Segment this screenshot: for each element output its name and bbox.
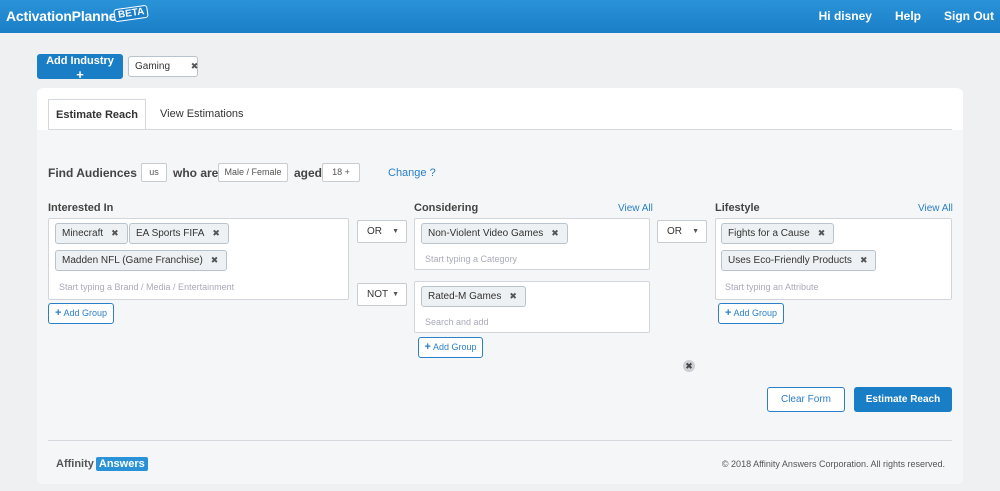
age-select[interactable]: 18 + [322, 163, 360, 182]
chip-madden-nfl: Madden NFL (Game Franchise) ✖ [55, 250, 228, 271]
plus-icon: + [725, 307, 732, 319]
considering-input[interactable]: Start typing a Category [425, 254, 517, 264]
lifestyle-add-group-button[interactable]: + Add Group [718, 303, 784, 324]
considering-title: Considering [414, 202, 479, 214]
brand-logo[interactable]: ActivationPlannerTM [6, 8, 132, 24]
interested-in-input[interactable]: Start typing a Brand / Media / Entertain… [59, 282, 234, 292]
remove-icon[interactable]: ✖ [551, 228, 559, 238]
tab-divider [48, 129, 952, 130]
interested-add-group-button[interactable]: + Add Group [48, 303, 114, 324]
lifestyle-view-all-link[interactable]: View All [918, 203, 953, 214]
chip-fights-for-a-cause: Fights for a Cause ✖ [721, 223, 835, 244]
who-are-label: who are [173, 166, 219, 180]
estimate-reach-button[interactable]: Estimate Reach [854, 387, 952, 412]
aged-label: aged [294, 166, 323, 180]
affinity-answers-logo: Affinity Answers [56, 457, 148, 471]
lifestyle-box[interactable]: Fights for a Cause ✖ Uses Eco-Friendly Pr… [715, 218, 952, 300]
operator-select-or-1[interactable]: OR ▼ [357, 220, 407, 243]
nav-help-link[interactable]: Help [895, 9, 921, 23]
chip-rated-m-games: Rated-M Games ✖ [421, 286, 526, 307]
remove-icon[interactable]: ✖ [212, 228, 220, 238]
chip-non-violent-video-games: Non-Violent Video Games ✖ [421, 223, 568, 244]
plus-icon: + [76, 67, 84, 82]
footer-divider [48, 440, 952, 441]
tab-estimate-reach[interactable]: Estimate Reach [48, 99, 146, 130]
caret-down-icon: ▼ [392, 291, 399, 298]
caret-down-icon: ▼ [692, 228, 699, 235]
top-navbar: ActivationPlannerTM BETA Hi disney Help … [0, 0, 1000, 33]
remove-icon[interactable]: ✖ [818, 228, 826, 238]
plus-icon: + [424, 341, 431, 353]
considering-not-box[interactable]: Rated-M Games ✖ Search and add [414, 281, 650, 333]
caret-down-icon: ▼ [392, 228, 399, 235]
industry-chip-gaming: Gaming ✖ [128, 56, 198, 77]
estimate-panel: Estimate Reach View Estimations Find Aud… [37, 88, 963, 484]
nav-user-greeting[interactable]: Hi disney [819, 9, 872, 23]
remove-icon[interactable]: ✖ [111, 228, 119, 238]
considering-not-input[interactable]: Search and add [425, 317, 489, 327]
interested-in-box[interactable]: Minecraft ✖ EA Sports FIFA ✖ Madden NFL (G… [48, 218, 349, 300]
copyright-text: © 2018 Affinity Answers Corporation. All… [721, 459, 945, 469]
chip-minecraft: Minecraft ✖ [55, 223, 128, 244]
lifestyle-input[interactable]: Start typing an Attribute [725, 282, 819, 292]
chip-uses-eco-friendly-products: Uses Eco-Friendly Products ✖ [721, 250, 877, 271]
lifestyle-title: Lifestyle [715, 202, 760, 214]
nav-links: Hi disney Help Sign Out [796, 9, 994, 23]
tab-view-estimations[interactable]: View Estimations [160, 99, 244, 130]
considering-add-group-button[interactable]: + Add Group [418, 337, 483, 358]
operator-select-or-2[interactable]: OR ▼ [657, 220, 707, 243]
add-industry-button[interactable]: Add Industry + [37, 54, 123, 82]
remove-icon[interactable]: ✖ [211, 255, 219, 265]
interested-in-title: Interested In [48, 202, 114, 214]
remove-icon[interactable]: ✖ [191, 61, 199, 71]
considering-box[interactable]: Non-Violent Video Games ✖ Start typing a … [414, 218, 650, 270]
country-select[interactable]: us [141, 163, 167, 182]
nav-sign-out-link[interactable]: Sign Out [944, 9, 994, 23]
remove-icon[interactable]: ✖ [509, 291, 517, 301]
chip-ea-sports-fifa: EA Sports FIFA ✖ [129, 223, 229, 244]
find-audiences-label: Find Audiences in [48, 166, 151, 180]
plus-icon: + [55, 307, 62, 319]
change-link[interactable]: Change ? [388, 167, 436, 179]
operator-select-not[interactable]: NOT ▼ [357, 283, 407, 306]
remove-icon[interactable]: ✖ [860, 255, 868, 265]
gender-select[interactable]: Male / Female [218, 163, 288, 182]
remove-group-icon[interactable]: ✖ [683, 360, 695, 372]
clear-form-button[interactable]: Clear Form [767, 387, 845, 412]
considering-view-all-link[interactable]: View All [618, 203, 653, 214]
